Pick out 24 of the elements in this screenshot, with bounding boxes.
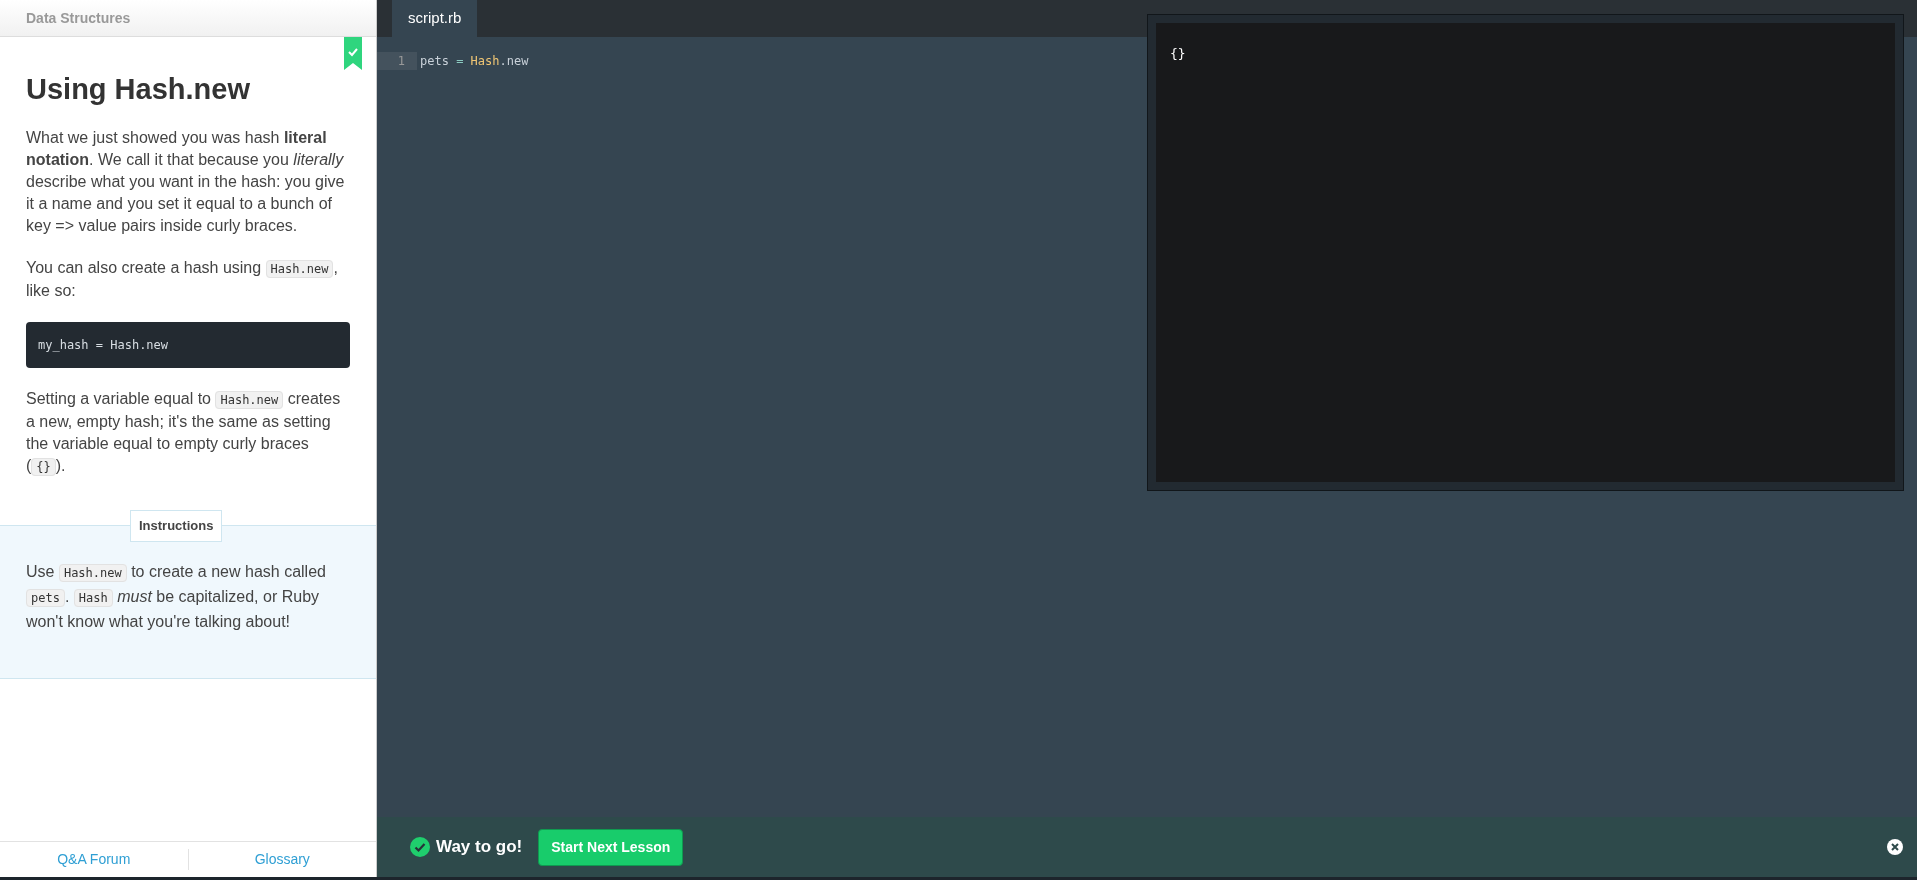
- footer-link[interactable]: Q&A Forum: [0, 849, 188, 870]
- inline-code: Hash.new: [215, 391, 284, 410]
- code-line: pets = Hash.new: [419, 53, 529, 70]
- section-title: Data Structures: [26, 8, 131, 28]
- paragraph: What we just showed you was hash literal notation. We call it that because you literally describe what you want in the hash: you give it a name and you set it equal to a bunch of key => value pairs inside curly braces.: [26, 128, 346, 237]
- line-number: 1: [377, 52, 417, 70]
- instructions-text: Use Hash.new to create a new hash called pets . Hash must be capitalized, or Ruby won't know what you're talking about!: [26, 562, 327, 633]
- footer-link[interactable]: Glossary: [187, 849, 376, 870]
- success-message: Way to go!: [436, 836, 523, 859]
- instructions-label: Instructions: [130, 510, 223, 542]
- file-tab[interactable]: script.rb: [392, 0, 478, 37]
- console-output: {}: [1170, 46, 1186, 61]
- inline-code: {}: [31, 458, 56, 477]
- inline-code: Hash.new: [265, 260, 334, 279]
- paragraph: Setting a variable equal to Hash.new creates a new, empty hash; it's the same as setting the variable equal to empty curly braces ( {} ).: [26, 389, 342, 479]
- inline-code: Hash: [73, 589, 113, 608]
- close-icon[interactable]: [1887, 839, 1903, 855]
- paragraph: You can also create a hash using Hash.new , like so:: [26, 258, 339, 302]
- start-next-lesson-button[interactable]: Start Next Lesson: [538, 828, 684, 866]
- inline-code: pets: [26, 589, 65, 608]
- inline-code: Hash.new: [58, 564, 127, 583]
- code-block: my_hash = Hash.new: [26, 322, 350, 369]
- lesson-title: Using Hash.new: [26, 72, 251, 107]
- check-circle-icon: [410, 837, 430, 857]
